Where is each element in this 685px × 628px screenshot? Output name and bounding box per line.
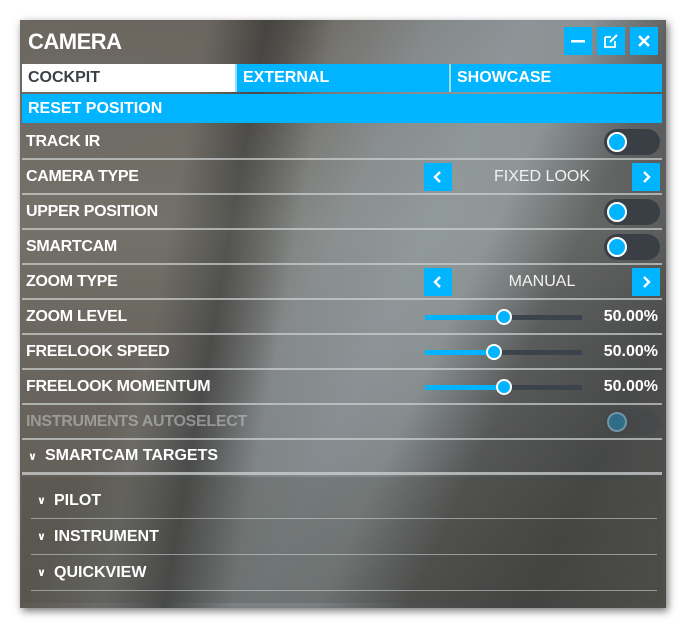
setting-label: CAMERA TYPE — [26, 167, 139, 185]
camera-tabs: COCKPIT EXTERNAL SHOWCASE — [22, 64, 662, 92]
setting-label: ZOOM TYPE — [26, 272, 118, 290]
slider-fill — [425, 349, 495, 355]
slider-fill — [425, 384, 504, 390]
chevron-left-icon — [433, 170, 441, 183]
toggle-knob — [607, 411, 627, 432]
smartcam-target-quickview[interactable]: ∨ QUICKVIEW — [31, 555, 657, 591]
setting-label: FREELOOK SPEED — [26, 342, 170, 360]
setting-zoom-type: ZOOM TYPE MANUAL — [22, 265, 662, 300]
chevron-down-icon: ∨ — [37, 495, 46, 507]
setting-label: INSTRUMENTS AUTOSELECT — [26, 412, 247, 430]
chevron-right-icon — [643, 275, 651, 288]
zoom-type-next-button[interactable] — [632, 267, 660, 296]
freelook-speed-value: 50.00% — [603, 342, 658, 360]
chevron-down-icon: ∨ — [37, 531, 46, 543]
section-label: SMARTCAM TARGETS — [45, 447, 219, 464]
chevron-down-icon: ∨ — [37, 567, 46, 579]
slider-thumb[interactable] — [495, 308, 512, 325]
setting-instruments-autoselect: INSTRUMENTS AUTOSELECT — [22, 405, 662, 440]
close-button[interactable] — [630, 27, 658, 55]
upper-position-toggle[interactable] — [604, 198, 660, 225]
setting-label: FREELOOK MOMENTUM — [26, 377, 211, 395]
tab-external[interactable]: EXTERNAL — [235, 64, 449, 92]
zoom-type-selector: MANUAL — [424, 267, 660, 296]
freelook-speed-slider[interactable] — [425, 342, 582, 362]
camera-type-prev-button[interactable] — [424, 162, 452, 191]
smartcam-targets-header[interactable]: ∨ SMARTCAM TARGETS — [22, 440, 662, 475]
toggle-knob — [607, 236, 627, 257]
camera-window: CAMERA COCKPIT EXTERNAL SHOWCASE RESET P… — [20, 20, 666, 608]
chevron-left-icon — [433, 275, 441, 288]
camera-type-value: FIXED LOOK — [493, 167, 591, 185]
setting-label: SMARTCAM — [26, 237, 117, 255]
close-icon — [638, 35, 650, 47]
target-label: PILOT — [54, 491, 102, 509]
camera-type-selector: FIXED LOOK — [424, 162, 660, 191]
zoom-type-prev-button[interactable] — [424, 267, 452, 296]
camera-type-next-button[interactable] — [632, 162, 660, 191]
track-ir-toggle[interactable] — [604, 128, 660, 155]
freelook-momentum-value: 50.00% — [603, 377, 658, 395]
settings-list: TRACK IR CAMERA TYPE FIXED LOOK UPPER PO… — [22, 125, 662, 475]
chevron-right-icon — [643, 170, 651, 183]
smartcam-target-instrument[interactable]: ∨ INSTRUMENT — [31, 519, 657, 555]
target-label: QUICKVIEW — [54, 563, 147, 581]
slider-fill — [425, 314, 504, 320]
target-label: INSTRUMENT — [54, 527, 159, 545]
zoom-type-value: MANUAL — [508, 272, 576, 290]
minimize-button[interactable] — [564, 27, 592, 55]
chevron-down-icon: ∨ — [28, 450, 37, 463]
setting-label: UPPER POSITION — [26, 202, 158, 220]
minimize-icon — [571, 40, 585, 43]
setting-smartcam: SMARTCAM — [22, 230, 662, 265]
title-bar[interactable]: CAMERA — [20, 20, 666, 64]
toggle-knob — [607, 131, 627, 152]
zoom-level-slider[interactable] — [425, 307, 582, 327]
slider-thumb[interactable] — [486, 343, 503, 360]
setting-track-ir: TRACK IR — [22, 125, 662, 160]
setting-upper-position: UPPER POSITION — [22, 195, 662, 230]
smartcam-toggle[interactable] — [604, 233, 660, 260]
setting-label: TRACK IR — [26, 132, 101, 150]
tab-cockpit[interactable]: COCKPIT — [22, 64, 235, 92]
smartcam-target-pilot[interactable]: ∨ PILOT — [31, 483, 657, 519]
instruments-autoselect-toggle — [604, 408, 660, 435]
freelook-momentum-slider[interactable] — [425, 377, 582, 397]
toggle-knob — [607, 201, 627, 222]
setting-freelook-momentum: FREELOOK MOMENTUM 50.00% — [22, 370, 662, 405]
setting-freelook-speed: FREELOOK SPEED 50.00% — [22, 335, 662, 370]
tab-showcase[interactable]: SHOWCASE — [449, 64, 662, 92]
setting-label: ZOOM LEVEL — [26, 307, 128, 325]
popout-icon — [604, 34, 618, 48]
smartcam-targets-list: ∨ PILOT ∨ INSTRUMENT ∨ QUICKVIEW — [22, 477, 662, 603]
slider-thumb[interactable] — [495, 378, 512, 395]
popout-button[interactable] — [597, 27, 625, 55]
setting-zoom-level: ZOOM LEVEL 50.00% — [22, 300, 662, 335]
zoom-level-value: 50.00% — [603, 307, 658, 325]
reset-position-button[interactable]: RESET POSITION — [22, 94, 662, 123]
window-title: CAMERA — [28, 29, 122, 54]
setting-camera-type: CAMERA TYPE FIXED LOOK — [22, 160, 662, 195]
